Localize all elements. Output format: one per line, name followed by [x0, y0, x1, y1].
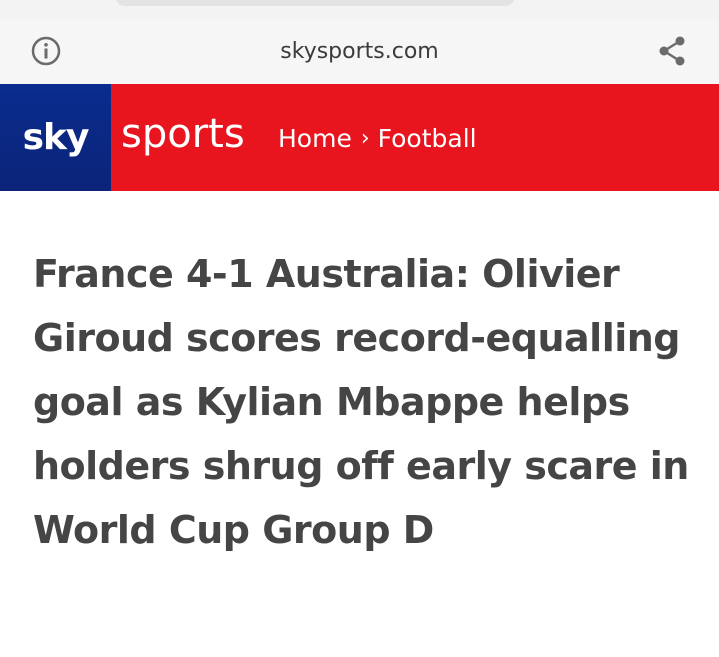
site-header: sky sports Home › Football: [0, 84, 719, 191]
sky-logo-text: sky: [22, 117, 90, 158]
article-headline: France 4-1 Australia: Olivier Giroud sco…: [33, 252, 689, 552]
breadcrumb: Home › Football: [278, 122, 477, 154]
top-sliver: [0, 0, 719, 20]
page: skysports.com sky sports Home › Football…: [0, 0, 719, 657]
breadcrumb-home[interactable]: Home: [278, 124, 352, 153]
sports-logo-text[interactable]: sports: [121, 111, 245, 157]
share-icon: [659, 36, 685, 66]
top-pill: [115, 0, 515, 6]
url-text[interactable]: skysports.com: [0, 20, 719, 84]
address-bar: skysports.com: [0, 20, 719, 85]
breadcrumb-football[interactable]: Football: [378, 124, 477, 153]
share-button[interactable]: [655, 33, 689, 69]
sky-logo[interactable]: sky: [0, 84, 111, 191]
breadcrumb-separator: ›: [360, 125, 370, 151]
